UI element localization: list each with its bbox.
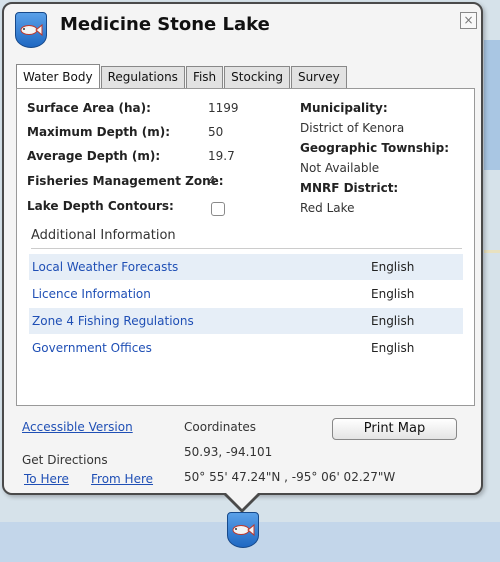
info-row: Licence Information English bbox=[29, 281, 463, 307]
licence-info-link[interactable]: Licence Information bbox=[32, 281, 151, 307]
surface-area-value: 1199 bbox=[208, 101, 239, 115]
max-depth-value: 50 bbox=[208, 125, 224, 139]
mnrf-district-value: Red Lake bbox=[300, 201, 355, 215]
fmz-label: Fisheries Management Zone: bbox=[27, 174, 224, 188]
tab-regulations[interactable]: Regulations bbox=[100, 66, 185, 88]
info-popup: Medicine Stone Lake × Water Body Regulat… bbox=[2, 2, 483, 495]
geographic-township-value: Not Available bbox=[300, 161, 380, 175]
max-depth-label: Maximum Depth (m): bbox=[27, 125, 171, 139]
fmz-value: 4 bbox=[208, 174, 216, 188]
government-offices-link[interactable]: Government Offices bbox=[32, 335, 152, 361]
language-label: English bbox=[371, 341, 415, 355]
tab-bar: Water Body Regulations Fish Stocking Sur… bbox=[16, 64, 348, 88]
from-here-link[interactable]: From Here bbox=[91, 472, 153, 486]
get-directions-label: Get Directions bbox=[22, 453, 108, 467]
to-here-link[interactable]: To Here bbox=[24, 472, 69, 486]
fish-marker-icon bbox=[15, 12, 47, 48]
tab-fish[interactable]: Fish bbox=[185, 66, 224, 88]
map-water bbox=[484, 40, 500, 170]
info-row: Government Offices English bbox=[29, 335, 463, 361]
tab-survey[interactable]: Survey bbox=[290, 66, 347, 88]
zone-regulations-link[interactable]: Zone 4 Fishing Regulations bbox=[32, 308, 194, 334]
avg-depth-value: 19.7 bbox=[208, 149, 235, 163]
coordinates-dms: 50° 55' 47.24"N , -95° 06' 02.27"W bbox=[184, 470, 396, 484]
close-icon[interactable]: × bbox=[460, 12, 477, 29]
coordinates-label: Coordinates bbox=[184, 420, 257, 434]
info-row: Zone 4 Fishing Regulations English bbox=[29, 308, 463, 334]
language-label: English bbox=[371, 287, 415, 301]
municipality-label: Municipality: bbox=[300, 101, 388, 115]
tab-water-body[interactable]: Water Body bbox=[16, 64, 100, 88]
fish-map-marker-icon[interactable] bbox=[227, 512, 259, 548]
geographic-township-label: Geographic Township: bbox=[300, 141, 450, 155]
info-row: Local Weather Forecasts English bbox=[29, 254, 463, 280]
language-label: English bbox=[371, 314, 415, 328]
tab-stocking[interactable]: Stocking bbox=[224, 66, 290, 88]
print-map-button[interactable]: Print Map bbox=[332, 418, 457, 440]
mnrf-district-label: MNRF District: bbox=[300, 181, 399, 195]
municipality-value: District of Kenora bbox=[300, 121, 405, 135]
local-weather-link[interactable]: Local Weather Forecasts bbox=[32, 254, 178, 280]
avg-depth-label: Average Depth (m): bbox=[27, 149, 161, 163]
coordinates-decimal: 50.93, -94.101 bbox=[184, 445, 273, 459]
lake-depth-contours-label: Lake Depth Contours: bbox=[27, 199, 174, 213]
popup-pointer-inner bbox=[225, 492, 259, 509]
map-road bbox=[484, 250, 500, 253]
water-body-panel: Surface Area (ha): 1199 Maximum Depth (m… bbox=[16, 88, 475, 406]
popup-title: Medicine Stone Lake bbox=[60, 14, 270, 35]
accessible-version-link[interactable]: Accessible Version bbox=[22, 420, 133, 434]
language-label: English bbox=[371, 260, 415, 274]
lake-depth-contours-checkbox[interactable] bbox=[211, 202, 225, 216]
additional-info-heading: Additional Information bbox=[31, 228, 462, 249]
surface-area-label: Surface Area (ha): bbox=[27, 101, 151, 115]
